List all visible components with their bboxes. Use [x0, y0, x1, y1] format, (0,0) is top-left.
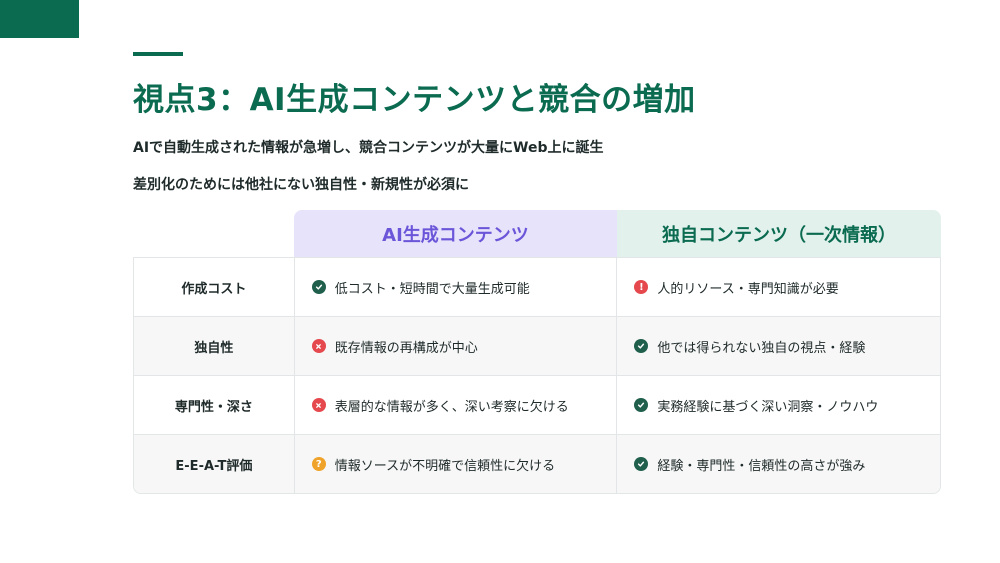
cell-text: 既存情報の再構成が中心	[334, 340, 478, 356]
cell-text: 他では得られない独自の視点・経験	[657, 340, 866, 356]
ai-cell: 既存情報の再構成が中心	[295, 317, 618, 375]
comparison-table: AI生成コンテンツ 独自コンテンツ（一次情報） 作成コスト 低コスト・短時間で大…	[133, 210, 941, 494]
cell-text: 情報ソースが不明確で信頼性に欠ける	[334, 458, 556, 474]
row-label: 作成コスト	[134, 258, 295, 316]
row-label: E-E-A-T評価	[134, 435, 295, 493]
row-label: 独自性	[134, 317, 295, 375]
cell-text: 経験・専門性・信頼性の高さが強み	[657, 458, 866, 474]
cell-text: 低コスト・短時間で大量生成可能	[334, 281, 530, 297]
ai-cell: ? 情報ソースが不明確で信頼性に欠ける	[295, 435, 618, 493]
own-cell: ! 人的リソース・専門知識が必要	[617, 258, 940, 316]
table-row: 専門性・深さ 表層的な情報が多く、深い考察に欠ける 実務経験に基づく深い洞察・ノ…	[134, 375, 940, 434]
cell-text: 人的リソース・専門知識が必要	[657, 281, 839, 297]
check-circle-icon	[634, 398, 649, 412]
table-row: 独自性 既存情報の再構成が中心 他では得られない独自の視点・経験	[134, 316, 940, 375]
own-cell: 経験・専門性・信頼性の高さが強み	[617, 435, 940, 493]
x-circle-icon	[311, 398, 326, 412]
corner-decoration	[0, 0, 79, 38]
column-header-original-content: 独自コンテンツ（一次情報）	[617, 210, 941, 257]
lead-text-2: 差別化のためには他社にない独自性・新規性が必須に	[133, 177, 469, 193]
x-circle-icon	[311, 339, 326, 353]
table-body: 作成コスト 低コスト・短時間で大量生成可能 ! 人的リソース・専門知識が必要 独…	[133, 257, 941, 494]
table-header-row: AI生成コンテンツ 独自コンテンツ（一次情報）	[133, 210, 941, 257]
header-spacer	[133, 210, 294, 257]
ai-cell: 低コスト・短時間で大量生成可能	[295, 258, 618, 316]
cell-text: 実務経験に基づく深い洞察・ノウハウ	[657, 399, 879, 415]
cell-text: 表層的な情報が多く、深い考察に欠ける	[334, 399, 569, 415]
exclamation-circle-icon: !	[634, 280, 649, 294]
page-title: 視点3：AI生成コンテンツと競合の増加	[133, 82, 696, 118]
ai-cell: 表層的な情報が多く、深い考察に欠ける	[295, 376, 618, 434]
row-label: 専門性・深さ	[134, 376, 295, 434]
check-circle-icon	[634, 457, 649, 471]
column-header-ai-content: AI生成コンテンツ	[294, 210, 617, 257]
check-circle-icon	[311, 280, 326, 294]
check-circle-icon	[634, 339, 649, 353]
own-cell: 他では得られない独自の視点・経験	[617, 317, 940, 375]
own-cell: 実務経験に基づく深い洞察・ノウハウ	[617, 376, 940, 434]
table-row: E-E-A-T評価 ? 情報ソースが不明確で信頼性に欠ける 経験・専門性・信頼性…	[134, 434, 940, 493]
lead-text-1: AIで自動生成された情報が急増し、競合コンテンツが大量にWeb上に誕生	[133, 140, 604, 156]
question-circle-icon: ?	[311, 457, 326, 471]
table-row: 作成コスト 低コスト・短時間で大量生成可能 ! 人的リソース・専門知識が必要	[134, 258, 940, 316]
title-accent-bar	[133, 52, 183, 56]
